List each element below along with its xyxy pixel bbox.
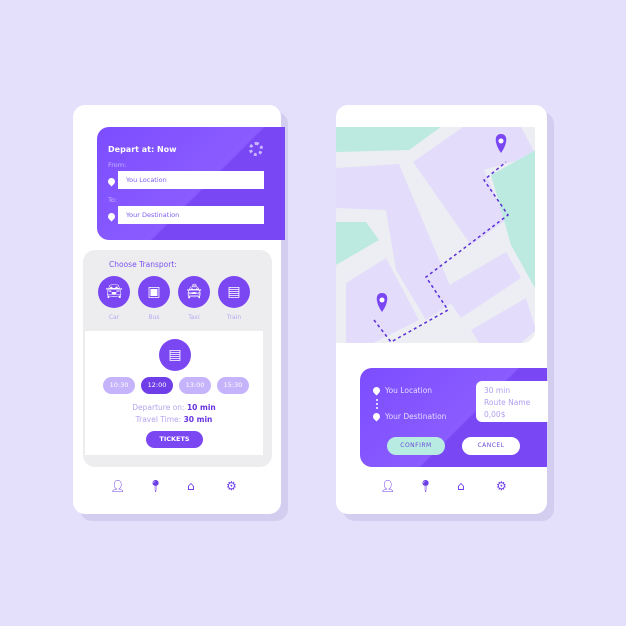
departure-info: Departure on: 10 min	[132, 403, 216, 412]
transport-phone: Depart at: Now From: You Location To: Yo…	[73, 105, 285, 514]
mode-car[interactable]: 🚘︎ Car	[98, 276, 130, 321]
mode-label: Train	[226, 314, 242, 321]
car-icon: 🚘︎	[98, 276, 130, 308]
train-icon: ▤	[218, 276, 250, 308]
time-options: 10:30 12:00 13:00 15:30	[103, 377, 249, 394]
time-option[interactable]: 13:00	[179, 377, 211, 394]
route-from: You Location	[385, 386, 433, 395]
user-icon[interactable]: 👤︎	[110, 479, 125, 493]
route-panel: You Location Your Destination 30 min Rou…	[360, 368, 548, 467]
bottom-nav: 👤︎ 📍︎ ⌂ ⚙	[73, 479, 281, 499]
route-price: 0,00$	[484, 410, 506, 419]
time-option[interactable]: 10:30	[103, 377, 135, 394]
route-map[interactable]	[336, 127, 535, 343]
route-to: Your Destination	[385, 412, 447, 421]
to-label: To:	[108, 196, 118, 204]
route-dot	[376, 403, 378, 405]
location-icon[interactable]: 📍︎	[148, 479, 163, 493]
route-name: Route Name	[484, 398, 531, 407]
pin-icon	[371, 411, 382, 422]
travel-info: Travel Time: 30 min	[135, 415, 213, 424]
mode-label: Car	[108, 314, 120, 321]
pin-icon	[371, 385, 382, 396]
depart-title: Depart at: Now	[108, 145, 177, 154]
map-phone: You Location Your Destination 30 min Rou…	[336, 105, 548, 514]
taxi-icon: 🚖︎	[178, 276, 210, 308]
home-icon[interactable]: ⌂	[187, 479, 195, 493]
pin-icon	[106, 176, 117, 187]
route-summary: 30 min Route Name 0,00$	[476, 381, 548, 422]
route-dot	[376, 407, 378, 409]
mode-label: Bus	[148, 314, 160, 321]
user-icon[interactable]: 👤︎	[380, 479, 395, 493]
home-icon[interactable]: ⌂	[457, 479, 465, 493]
mode-train[interactable]: ▤ Train	[218, 276, 250, 321]
cancel-button[interactable]: CANCEL	[462, 437, 520, 455]
gear-icon[interactable]	[249, 142, 263, 156]
settings-icon[interactable]: ⚙	[496, 479, 507, 493]
tickets-button[interactable]: TICKETS	[146, 431, 203, 448]
time-option-selected[interactable]: 12:00	[141, 377, 173, 394]
transport-panel: Choose Transport: 🚘︎ Car ▣ Bus 🚖︎ Taxi ▤ Tra…	[83, 250, 272, 467]
bus-icon: ▣	[138, 276, 170, 308]
mode-label: Taxi	[188, 314, 200, 321]
settings-icon[interactable]: ⚙	[226, 479, 237, 493]
choose-transport-label: Choose Transport:	[109, 260, 177, 269]
train-icon: ▤	[159, 339, 191, 371]
trip-card: ▤ 10:30 12:00 13:00 15:30 Departure on: …	[85, 331, 263, 455]
location-icon[interactable]: 📍︎	[418, 479, 433, 493]
from-label: From:	[108, 161, 127, 169]
bottom-nav: 👤︎ 📍︎ ⌂ ⚙	[336, 479, 547, 499]
mode-bus[interactable]: ▣ Bus	[138, 276, 170, 321]
mode-taxi[interactable]: 🚖︎ Taxi	[178, 276, 210, 321]
route-dot	[376, 399, 378, 401]
from-input[interactable]: You Location	[118, 171, 264, 189]
depart-card: Depart at: Now From: You Location To: Yo…	[97, 127, 285, 240]
route-duration: 30 min	[484, 386, 511, 395]
time-option[interactable]: 15:30	[217, 377, 249, 394]
pin-icon	[106, 211, 117, 222]
confirm-button[interactable]: CONFIRM	[387, 437, 445, 455]
to-input[interactable]: Your Destination	[118, 206, 264, 224]
